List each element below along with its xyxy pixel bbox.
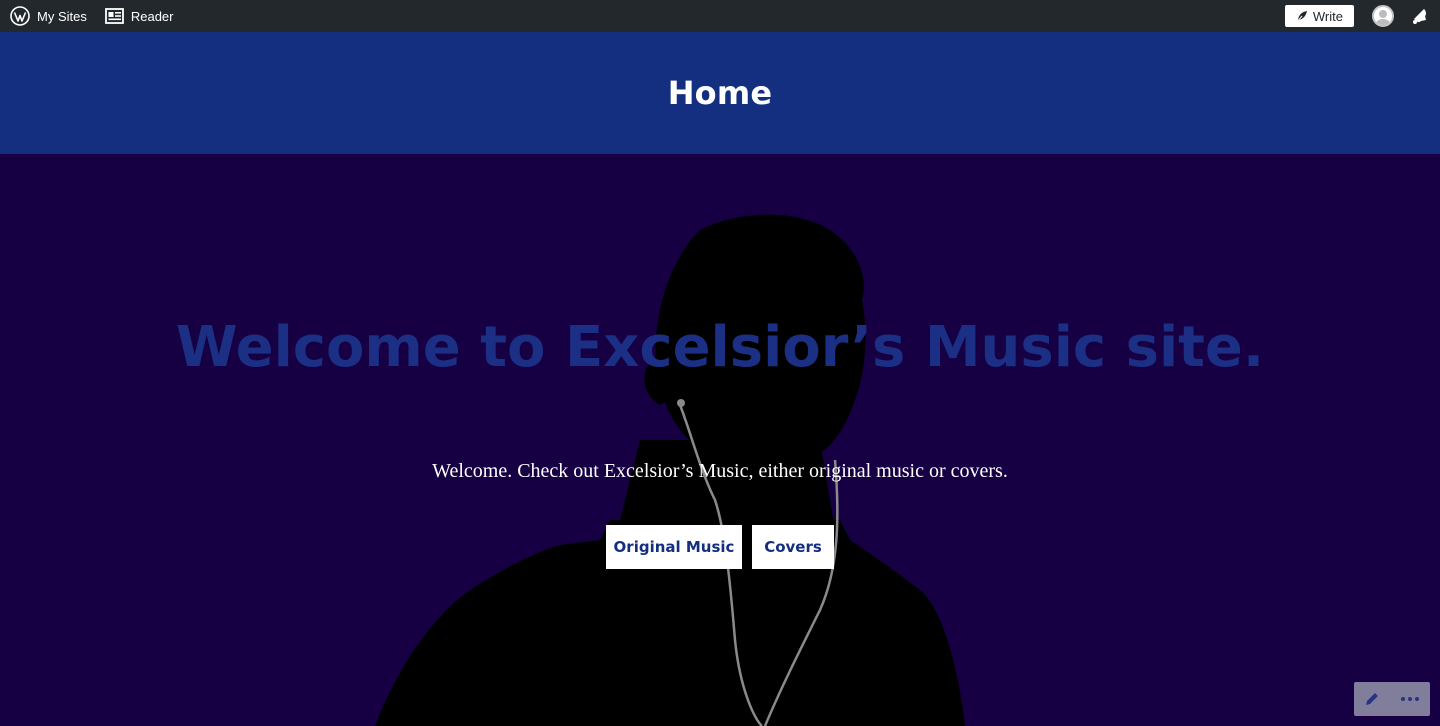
hero-title: Welcome to Excelsior’s Music site. <box>175 315 1265 380</box>
hero-buttons: Original Music Covers <box>606 525 834 569</box>
write-button[interactable]: Write <box>1284 5 1354 27</box>
reader-icon <box>104 8 124 24</box>
admin-bar-left: My Sites Reader <box>10 0 191 32</box>
reader-label: Reader <box>130 8 174 24</box>
admin-bar-right: Write <box>1284 0 1430 32</box>
site-header: Home <box>0 32 1440 154</box>
person-silhouette-image <box>375 214 965 726</box>
pencil-icon[interactable] <box>1364 691 1380 707</box>
pen-icon <box>1296 11 1307 22</box>
reader-link[interactable]: Reader <box>104 0 174 32</box>
write-label: Write <box>1312 8 1343 24</box>
floating-edit-toolbar <box>1354 682 1430 716</box>
page-title: Home <box>667 74 773 112</box>
my-sites-label: My Sites <box>37 8 87 24</box>
notifications-bell-icon[interactable] <box>1410 6 1430 26</box>
wordpress-icon <box>10 6 30 26</box>
more-icon[interactable] <box>1400 696 1420 702</box>
hero-cover: Welcome to Excelsior’s Music site. Welco… <box>0 154 1440 726</box>
my-sites-link[interactable]: My Sites <box>10 0 87 32</box>
original-music-button[interactable]: Original Music <box>606 525 742 569</box>
covers-button[interactable]: Covers <box>752 525 834 569</box>
avatar[interactable] <box>1372 5 1394 27</box>
admin-bar: My Sites Reader Write <box>0 0 1440 32</box>
hero-subtitle: Welcome. Check out Excelsior’s Music, ei… <box>432 460 1008 482</box>
